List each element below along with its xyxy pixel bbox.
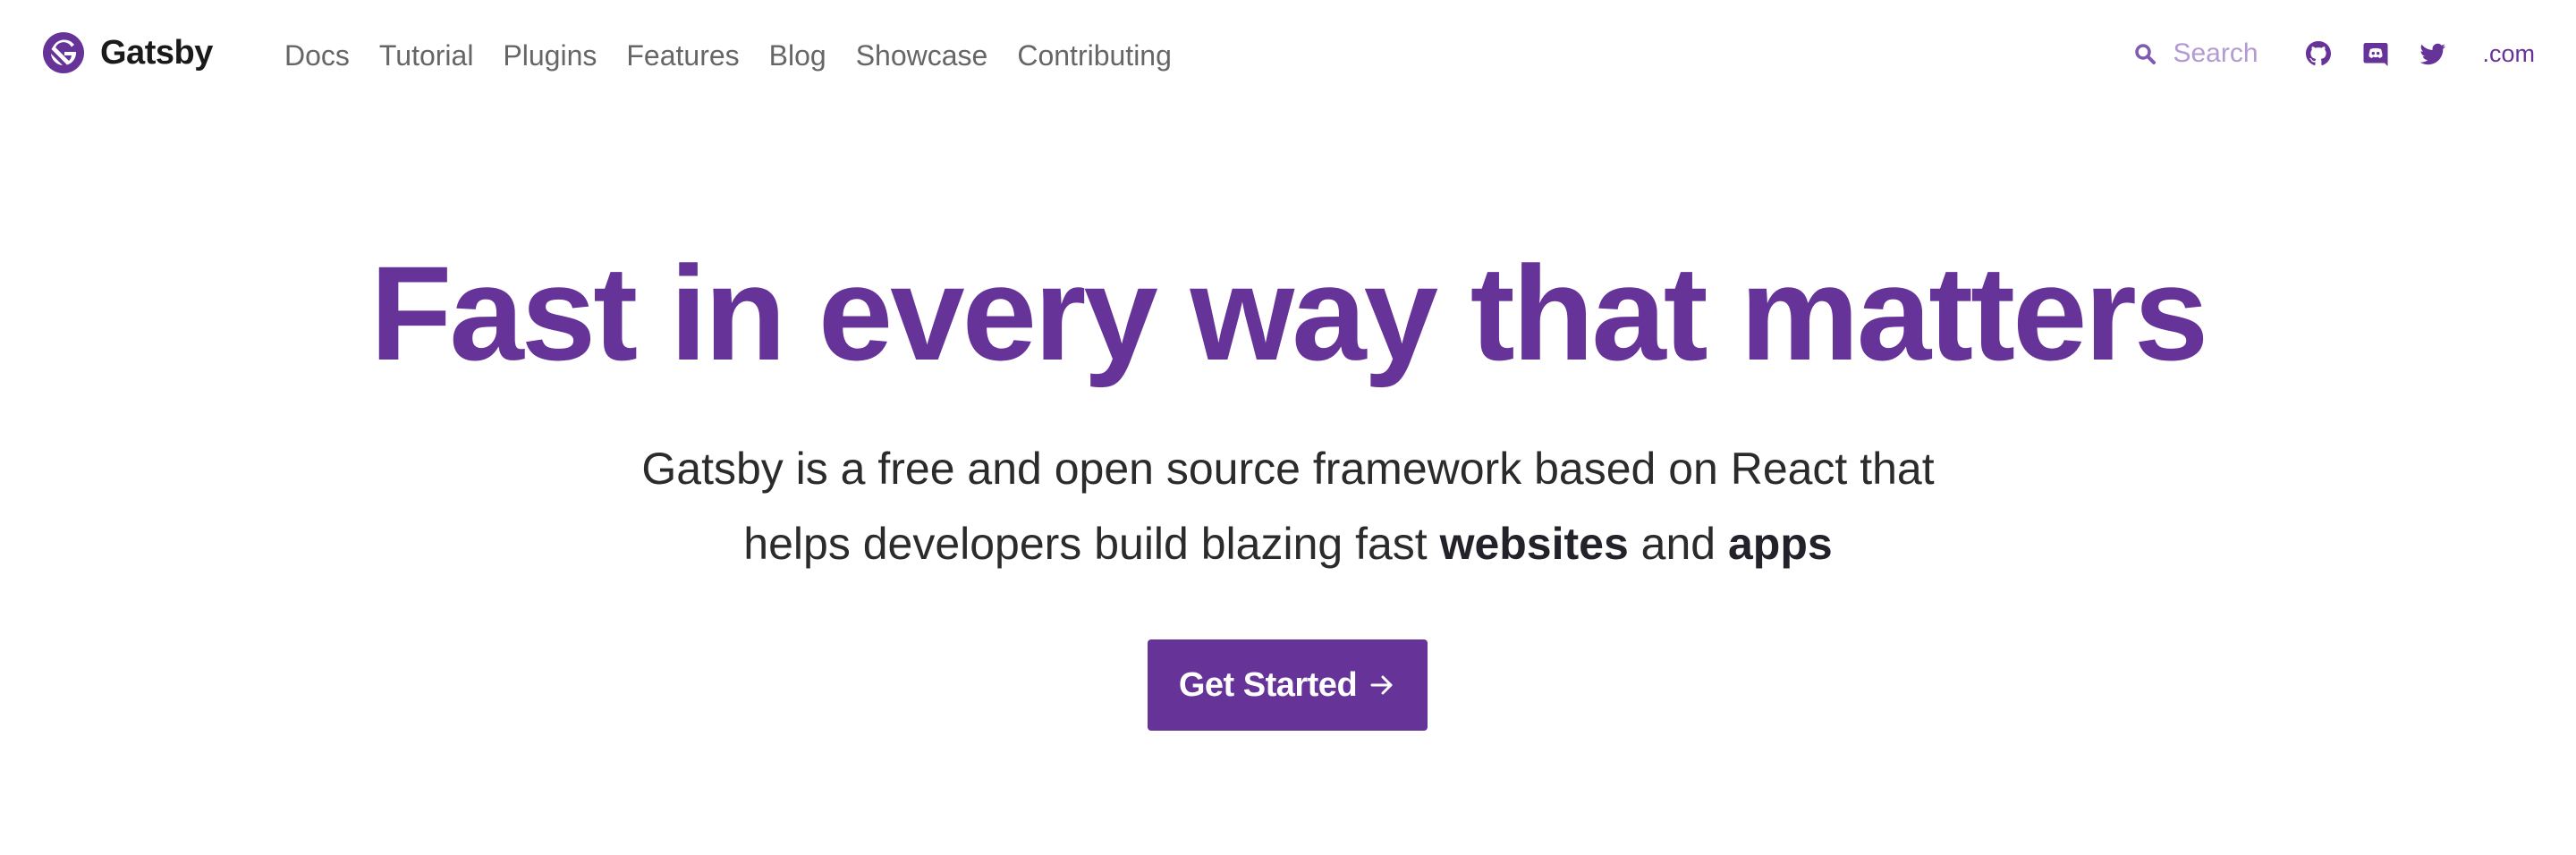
brand-link[interactable]: Gatsby xyxy=(41,30,213,76)
nav-link-tutorial[interactable]: Tutorial xyxy=(379,39,474,72)
gatsby-logo-icon xyxy=(43,32,84,73)
top-navbar: Gatsby Docs Tutorial Plugins Features Bl… xyxy=(0,0,2576,111)
nav-right-group: .com xyxy=(2133,30,2535,77)
nav-link-showcase[interactable]: Showcase xyxy=(856,39,988,72)
discord-icon[interactable] xyxy=(2360,38,2391,69)
hero-subtitle-line2-prefix: helps developers build blazing fast xyxy=(743,519,1440,569)
hero-subtitle-apps: apps xyxy=(1728,519,1833,569)
twitter-icon[interactable] xyxy=(2418,38,2448,69)
primary-nav: Docs Tutorial Plugins Features Blog Show… xyxy=(284,32,1201,79)
search-icon xyxy=(2135,44,2157,64)
nav-link-blog[interactable]: Blog xyxy=(769,39,826,72)
brand-name: Gatsby xyxy=(100,33,213,72)
get-started-button[interactable]: Get Started xyxy=(1148,639,1428,731)
hero-subtitle: Gatsby is a free and open source framewo… xyxy=(0,431,2576,581)
hero-subtitle-websites: websites xyxy=(1439,519,1629,569)
nav-link-docs[interactable]: Docs xyxy=(284,39,350,72)
nav-link-plugins[interactable]: Plugins xyxy=(503,39,597,72)
get-started-label: Get Started xyxy=(1178,665,1358,704)
hero-subtitle-line1: Gatsby is a free and open source framewo… xyxy=(641,444,1935,494)
search-box[interactable] xyxy=(2133,38,2263,69)
hero-title: Fast in every way that matters xyxy=(369,238,2209,388)
arrow-right-icon xyxy=(1370,675,1393,695)
hero-subtitle-and: and xyxy=(1628,519,1728,569)
github-icon[interactable] xyxy=(2303,38,2334,69)
nav-link-contributing[interactable]: Contributing xyxy=(1017,39,1172,72)
dotcom-link[interactable]: .com xyxy=(2482,40,2535,68)
nav-link-features[interactable]: Features xyxy=(626,39,739,72)
search-input[interactable] xyxy=(2173,38,2263,69)
